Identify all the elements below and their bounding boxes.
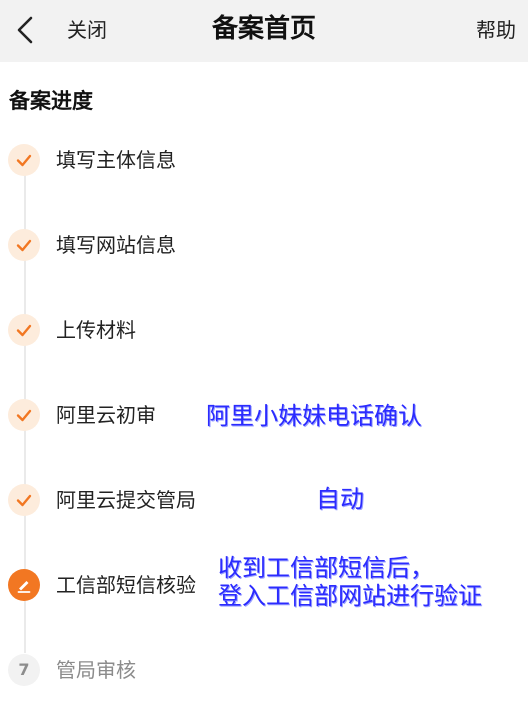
section-title-progress: 备案进度 — [9, 89, 93, 113]
annotation-sms-note-line1: 收到工信部短信后， — [218, 554, 434, 582]
step-label: 管局审核 — [56, 658, 136, 682]
progress-step-bureau-review: 7 管局审核 — [8, 653, 508, 687]
annotation-automatic: 自动 — [316, 485, 364, 513]
progress-step-fill-subject-info: 填写主体信息 — [8, 143, 508, 177]
check-icon — [8, 399, 40, 431]
annotation-phone-confirm: 阿里小妹妹电话确认 — [206, 402, 422, 430]
annotation-sms-note-line2: 登入工信部网站进行验证 — [218, 582, 482, 610]
progress-step-fill-website-info: 填写网站信息 — [8, 228, 508, 262]
step-label: 阿里云初审 — [56, 403, 156, 427]
check-icon — [8, 314, 40, 346]
page-title: 备案首页 — [211, 14, 316, 44]
step-number-badge: 7 — [8, 654, 40, 686]
progress-step-upload-materials: 上传材料 — [8, 313, 508, 347]
progress-step-aliyun-submit-bureau: 阿里云提交管局 — [8, 483, 508, 517]
top-nav-bar: 关闭 备案首页 帮助 — [0, 0, 528, 62]
pencil-icon — [8, 569, 40, 601]
check-icon — [8, 484, 40, 516]
check-icon — [8, 144, 40, 176]
step-label: 上传材料 — [56, 318, 136, 342]
help-button[interactable]: 帮助 — [476, 15, 516, 45]
check-icon — [8, 229, 40, 261]
step-label: 阿里云提交管局 — [56, 488, 196, 512]
step-label: 工信部短信核验 — [56, 573, 196, 597]
step-label: 填写主体信息 — [56, 148, 176, 172]
step-label: 填写网站信息 — [56, 233, 176, 257]
